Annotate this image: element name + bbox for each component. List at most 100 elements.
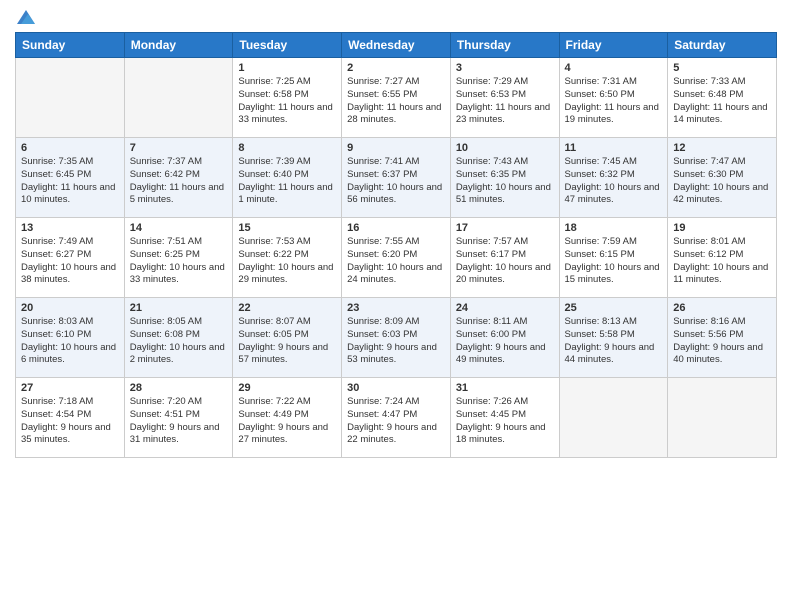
- day-number: 31: [456, 382, 554, 394]
- day-info: Sunrise: 7:55 AMSunset: 6:20 PMDaylight:…: [347, 236, 445, 287]
- day-info: Sunrise: 7:24 AMSunset: 4:47 PMDaylight:…: [347, 396, 445, 447]
- calendar-cell: 22Sunrise: 8:07 AMSunset: 6:05 PMDayligh…: [233, 298, 342, 378]
- calendar-cell: 7 Sunrise: 7:37 AMSunset: 6:42 PMDaylight…: [124, 138, 233, 218]
- day-number: 5: [673, 62, 771, 74]
- day-info: Sunrise: 7:26 AMSunset: 4:45 PMDaylight:…: [456, 396, 554, 447]
- day-info: Sunrise: 7:29 AMSunset: 6:53 PMDaylight:…: [456, 76, 554, 127]
- day-info: Sunrise: 7:59 AMSunset: 6:15 PMDaylight:…: [565, 236, 663, 287]
- calendar-cell: 21 Sunrise: 8:05 AMSunset: 6:08 PMDayligh…: [124, 298, 233, 378]
- weekday-header-monday: Monday: [124, 33, 233, 58]
- day-number: 19: [673, 222, 771, 234]
- day-number: 4: [565, 62, 663, 74]
- calendar-cell: 13Sunrise: 7:49 AMSunset: 6:27 PMDayligh…: [16, 218, 125, 298]
- week-row-4: 20 Sunrise: 8:03 AMSunset: 6:10 PMDayligh…: [16, 298, 777, 378]
- calendar-cell: 5 Sunrise: 7:33 AMSunset: 6:48 PMDaylight…: [668, 58, 777, 138]
- header: [15, 10, 777, 24]
- week-row-3: 13Sunrise: 7:49 AMSunset: 6:27 PMDayligh…: [16, 218, 777, 298]
- day-info: Sunrise: 7:47 AMSunset: 6:30 PMDaylight:…: [673, 156, 771, 207]
- day-number: 20: [21, 302, 119, 314]
- day-info: Sunrise: 8:16 AMSunset: 5:56 PMDaylight:…: [673, 316, 771, 367]
- day-info: Sunrise: 7:31 AMSunset: 6:50 PMDaylight:…: [565, 76, 663, 127]
- day-number: 18: [565, 222, 663, 234]
- day-number: 2: [347, 62, 445, 74]
- day-info: Sunrise: 7:51 AMSunset: 6:25 PMDaylight:…: [130, 236, 228, 287]
- logo-icon: [17, 10, 35, 24]
- calendar-cell: 23 Sunrise: 8:09 AMSunset: 6:03 PMDayligh…: [342, 298, 451, 378]
- day-number: 1: [238, 62, 336, 74]
- calendar-cell: 17 Sunrise: 7:57 AMSunset: 6:17 PMDayligh…: [450, 218, 559, 298]
- day-info: Sunrise: 8:03 AMSunset: 6:10 PMDaylight:…: [21, 316, 119, 367]
- calendar-cell: 8 Sunrise: 7:39 AMSunset: 6:40 PMDaylight…: [233, 138, 342, 218]
- weekday-header-saturday: Saturday: [668, 33, 777, 58]
- calendar-cell: 2Sunrise: 7:27 AMSunset: 6:55 PMDaylight…: [342, 58, 451, 138]
- calendar-cell: 9 Sunrise: 7:41 AMSunset: 6:37 PMDaylight…: [342, 138, 451, 218]
- day-info: Sunrise: 7:41 AMSunset: 6:37 PMDaylight:…: [347, 156, 445, 207]
- week-row-1: 1 Sunrise: 7:25 AMSunset: 6:58 PMDaylight…: [16, 58, 777, 138]
- calendar-cell: 4 Sunrise: 7:31 AMSunset: 6:50 PMDaylight…: [559, 58, 668, 138]
- day-number: 11: [565, 142, 663, 154]
- day-info: Sunrise: 7:35 AMSunset: 6:45 PMDaylight:…: [21, 156, 119, 207]
- day-number: 16: [347, 222, 445, 234]
- calendar-cell: [124, 58, 233, 138]
- week-row-5: 27 Sunrise: 7:18 AMSunset: 4:54 PMDayligh…: [16, 378, 777, 458]
- day-number: 23: [347, 302, 445, 314]
- weekday-header-wednesday: Wednesday: [342, 33, 451, 58]
- day-number: 30: [347, 382, 445, 394]
- calendar-cell: 28 Sunrise: 7:20 AMSunset: 4:51 PMDayligh…: [124, 378, 233, 458]
- weekday-header-sunday: Sunday: [16, 33, 125, 58]
- logo: [15, 10, 35, 24]
- calendar-cell: 25 Sunrise: 8:13 AMSunset: 5:58 PMDayligh…: [559, 298, 668, 378]
- calendar-cell: 24 Sunrise: 8:11 AMSunset: 6:00 PMDayligh…: [450, 298, 559, 378]
- day-info: Sunrise: 7:43 AMSunset: 6:35 PMDaylight:…: [456, 156, 554, 207]
- day-info: Sunrise: 7:45 AMSunset: 6:32 PMDaylight:…: [565, 156, 663, 207]
- day-number: 26: [673, 302, 771, 314]
- calendar-cell: 15Sunrise: 7:53 AMSunset: 6:22 PMDayligh…: [233, 218, 342, 298]
- day-info: Sunrise: 7:20 AMSunset: 4:51 PMDaylight:…: [130, 396, 228, 447]
- day-info: Sunrise: 8:11 AMSunset: 6:00 PMDaylight:…: [456, 316, 554, 367]
- calendar-cell: 19 Sunrise: 8:01 AMSunset: 6:12 PMDayligh…: [668, 218, 777, 298]
- day-number: 24: [456, 302, 554, 314]
- calendar-cell: 20 Sunrise: 8:03 AMSunset: 6:10 PMDayligh…: [16, 298, 125, 378]
- day-info: Sunrise: 8:09 AMSunset: 6:03 PMDaylight:…: [347, 316, 445, 367]
- day-number: 14: [130, 222, 228, 234]
- day-number: 27: [21, 382, 119, 394]
- day-info: Sunrise: 7:53 AMSunset: 6:22 PMDaylight:…: [238, 236, 336, 287]
- calendar-cell: 3 Sunrise: 7:29 AMSunset: 6:53 PMDaylight…: [450, 58, 559, 138]
- weekday-header-thursday: Thursday: [450, 33, 559, 58]
- calendar-cell: [668, 378, 777, 458]
- day-number: 3: [456, 62, 554, 74]
- page: SundayMondayTuesdayWednesdayThursdayFrid…: [0, 0, 792, 612]
- day-number: 12: [673, 142, 771, 154]
- day-info: Sunrise: 7:39 AMSunset: 6:40 PMDaylight:…: [238, 156, 336, 207]
- weekday-header-friday: Friday: [559, 33, 668, 58]
- day-number: 28: [130, 382, 228, 394]
- day-info: Sunrise: 7:25 AMSunset: 6:58 PMDaylight:…: [238, 76, 336, 127]
- calendar-cell: 31 Sunrise: 7:26 AMSunset: 4:45 PMDayligh…: [450, 378, 559, 458]
- weekday-header-tuesday: Tuesday: [233, 33, 342, 58]
- day-info: Sunrise: 7:49 AMSunset: 6:27 PMDaylight:…: [21, 236, 119, 287]
- week-row-2: 6 Sunrise: 7:35 AMSunset: 6:45 PMDaylight…: [16, 138, 777, 218]
- calendar-cell: 11 Sunrise: 7:45 AMSunset: 6:32 PMDayligh…: [559, 138, 668, 218]
- day-number: 25: [565, 302, 663, 314]
- calendar-cell: 29Sunrise: 7:22 AMSunset: 4:49 PMDayligh…: [233, 378, 342, 458]
- day-info: Sunrise: 8:05 AMSunset: 6:08 PMDaylight:…: [130, 316, 228, 367]
- calendar-cell: 27 Sunrise: 7:18 AMSunset: 4:54 PMDayligh…: [16, 378, 125, 458]
- day-number: 8: [238, 142, 336, 154]
- calendar-cell: 18 Sunrise: 7:59 AMSunset: 6:15 PMDayligh…: [559, 218, 668, 298]
- day-info: Sunrise: 7:33 AMSunset: 6:48 PMDaylight:…: [673, 76, 771, 127]
- calendar-cell: 6 Sunrise: 7:35 AMSunset: 6:45 PMDaylight…: [16, 138, 125, 218]
- day-info: Sunrise: 8:01 AMSunset: 6:12 PMDaylight:…: [673, 236, 771, 287]
- day-info: Sunrise: 7:57 AMSunset: 6:17 PMDaylight:…: [456, 236, 554, 287]
- calendar-cell: 12 Sunrise: 7:47 AMSunset: 6:30 PMDayligh…: [668, 138, 777, 218]
- day-number: 9: [347, 142, 445, 154]
- day-info: Sunrise: 8:13 AMSunset: 5:58 PMDaylight:…: [565, 316, 663, 367]
- day-number: 7: [130, 142, 228, 154]
- day-info: Sunrise: 7:37 AMSunset: 6:42 PMDaylight:…: [130, 156, 228, 207]
- day-number: 21: [130, 302, 228, 314]
- day-info: Sunrise: 7:22 AMSunset: 4:49 PMDaylight:…: [238, 396, 336, 447]
- day-number: 22: [238, 302, 336, 314]
- day-number: 17: [456, 222, 554, 234]
- calendar: SundayMondayTuesdayWednesdayThursdayFrid…: [15, 32, 777, 458]
- day-number: 6: [21, 142, 119, 154]
- day-info: Sunrise: 7:18 AMSunset: 4:54 PMDaylight:…: [21, 396, 119, 447]
